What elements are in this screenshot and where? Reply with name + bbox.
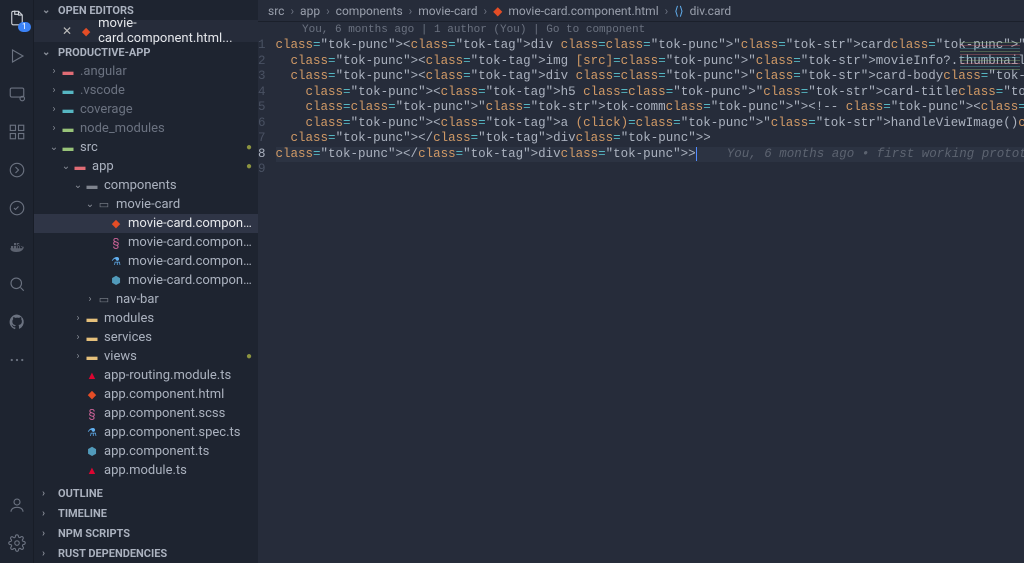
codelens[interactable]: You, 6 months ago | 1 author (You) | Go … (258, 22, 1024, 38)
file-ts-icon: ⬢ (84, 444, 100, 460)
chevron-right-icon: › (42, 528, 54, 539)
folder-icon: ▬ (60, 140, 76, 156)
chevron-down-icon: ⌄ (42, 5, 54, 16)
folder-icon: ▬ (60, 102, 76, 118)
timeline-header[interactable]: ›TIMELINE (34, 503, 258, 523)
folder-icon: ▬ (84, 349, 100, 365)
open-editors-label: OPEN EDITORS (58, 4, 134, 17)
tree-folder-angular[interactable]: ›▬.angular (34, 62, 258, 81)
gutter: 1 2 3 4 5 6 7 8 9 (258, 38, 276, 178)
tree-file-app-routing[interactable]: ▲app-routing.module.ts (34, 366, 258, 385)
breadcrumb-item[interactable]: movie-card.component.html (508, 4, 658, 18)
file-tree: ›▬.angular ›▬.vscode ›▬coverage ›▬node_m… (34, 62, 258, 483)
tree-file-app-scss[interactable]: §app.component.scss (34, 404, 258, 423)
file-scss-icon: § (84, 406, 100, 422)
git-modified-dot-icon: ● (242, 351, 252, 362)
file-html-icon: ◆ (108, 216, 124, 232)
remote-icon[interactable] (5, 82, 29, 106)
tree-file-mc-scss[interactable]: §movie-card.component.s… (34, 233, 258, 252)
breadcrumb-item[interactable]: src (268, 4, 284, 18)
tree-file-app-html[interactable]: ◆app.component.html (34, 385, 258, 404)
folder-icon: ▬ (60, 64, 76, 80)
activity-bar: 1 (0, 0, 34, 563)
chevron-right-icon: › (42, 488, 54, 499)
tree-file-mc-ts[interactable]: ⬢movie-card.component.ts (34, 271, 258, 290)
breadcrumbs[interactable]: src› app› components› movie-card› ◆ movi… (258, 0, 1024, 22)
folder-icon: ▬ (84, 330, 100, 346)
breadcrumb-item[interactable]: div.card (690, 4, 732, 18)
account-icon[interactable] (5, 493, 29, 517)
editor-area: src› app› components› movie-card› ◆ movi… (258, 0, 1024, 563)
minimap[interactable] (960, 42, 1020, 72)
tree-file-mc-html[interactable]: ◆movie-card.component.h… (34, 214, 258, 233)
git-modified-dot-icon: ● (242, 161, 252, 172)
tree-folder-vscode[interactable]: ›▬.vscode (34, 81, 258, 100)
tree-folder-src[interactable]: ⌄▬src● (34, 138, 258, 157)
file-ts-icon: ⬢ (108, 273, 124, 289)
breadcrumb-item[interactable]: movie-card (418, 4, 477, 18)
settings-gear-icon[interactable] (5, 531, 29, 555)
tree-file-app-module[interactable]: ▲app.module.ts (34, 461, 258, 480)
folder-icon: ▬ (72, 159, 88, 175)
breadcrumb-item[interactable]: app (300, 4, 320, 18)
tree-folder-components[interactable]: ⌄▬components (34, 176, 258, 195)
tree-folder-coverage[interactable]: ›▬coverage (34, 100, 258, 119)
chevron-right-icon: › (42, 548, 54, 559)
scm-badge: 1 (18, 22, 31, 32)
rust-deps-header[interactable]: ›RUST DEPENDENCIES (34, 543, 258, 563)
file-html-icon: ◆ (84, 387, 100, 403)
chevron-right-icon: › (42, 508, 54, 519)
file-spec-icon: ⚗ (84, 425, 100, 441)
close-icon[interactable]: ✕ (62, 24, 72, 38)
outline-header[interactable]: ›OUTLINE (34, 483, 258, 503)
tree-file-app-spec[interactable]: ⚗app.component.spec.ts (34, 423, 258, 442)
explorer-icon[interactable]: 1 (5, 6, 29, 30)
folder-icon: ▬ (84, 311, 100, 327)
debug-icon[interactable] (5, 196, 29, 220)
project-header[interactable]: ⌄ PRODUCTIVE-APP (34, 42, 258, 62)
file-html-icon: ◆ (493, 4, 502, 18)
tree-folder-services[interactable]: ›▬services (34, 328, 258, 347)
extensions-icon[interactable] (5, 120, 29, 144)
folder-icon: ▬ (60, 121, 76, 137)
folder-icon: ▬ (60, 83, 76, 99)
tree-folder-node-modules[interactable]: ›▬node_modules (34, 119, 258, 138)
git-modified-dot-icon: ● (242, 142, 252, 153)
folder-icon: ▭ (96, 197, 112, 213)
chevron-down-icon: ⌄ (42, 47, 54, 58)
file-html-icon: ◆ (78, 23, 94, 39)
tree-folder-app[interactable]: ⌄▬app● (34, 157, 258, 176)
search-icon[interactable] (5, 272, 29, 296)
folder-icon: ▬ (84, 178, 100, 194)
run-icon[interactable] (5, 44, 29, 68)
tree-folder-modules[interactable]: ›▬modules (34, 309, 258, 328)
tree-folder-nav-bar[interactable]: ›▭nav-bar (34, 290, 258, 309)
file-scss-icon: § (108, 235, 124, 251)
file-ng-icon: ▲ (84, 463, 100, 479)
explorer-sidebar: ⌄ OPEN EDITORS ✕ ◆ movie-card.component.… (34, 0, 258, 563)
open-editor-item[interactable]: ✕ ◆ movie-card.component.html... (34, 20, 258, 42)
file-spec-icon: ⚗ (108, 254, 124, 270)
tree-file-mc-spec[interactable]: ⚗movie-card.component.s… (34, 252, 258, 271)
tree-file-app-ts[interactable]: ⬢app.component.ts (34, 442, 258, 461)
tree-folder-views[interactable]: ›▬views● (34, 347, 258, 366)
code-content[interactable]: class="tok-punc"><class="tok-tag">div cl… (276, 38, 1024, 178)
tree-folder-movie-card[interactable]: ⌄▭movie-card (34, 195, 258, 214)
npm-scripts-header[interactable]: ›NPM SCRIPTS (34, 523, 258, 543)
file-ng-icon: ▲ (84, 368, 100, 384)
docker-icon[interactable] (5, 234, 29, 258)
github-icon[interactable] (5, 310, 29, 334)
actions-icon[interactable] (5, 158, 29, 182)
project-label: PRODUCTIVE-APP (58, 46, 150, 59)
breadcrumb-item[interactable]: components (336, 4, 403, 18)
more-icon[interactable] (5, 348, 29, 372)
code-editor[interactable]: 1 2 3 4 5 6 7 8 9 class="tok-punc"><clas… (258, 38, 1024, 178)
folder-icon: ▭ (96, 292, 112, 308)
